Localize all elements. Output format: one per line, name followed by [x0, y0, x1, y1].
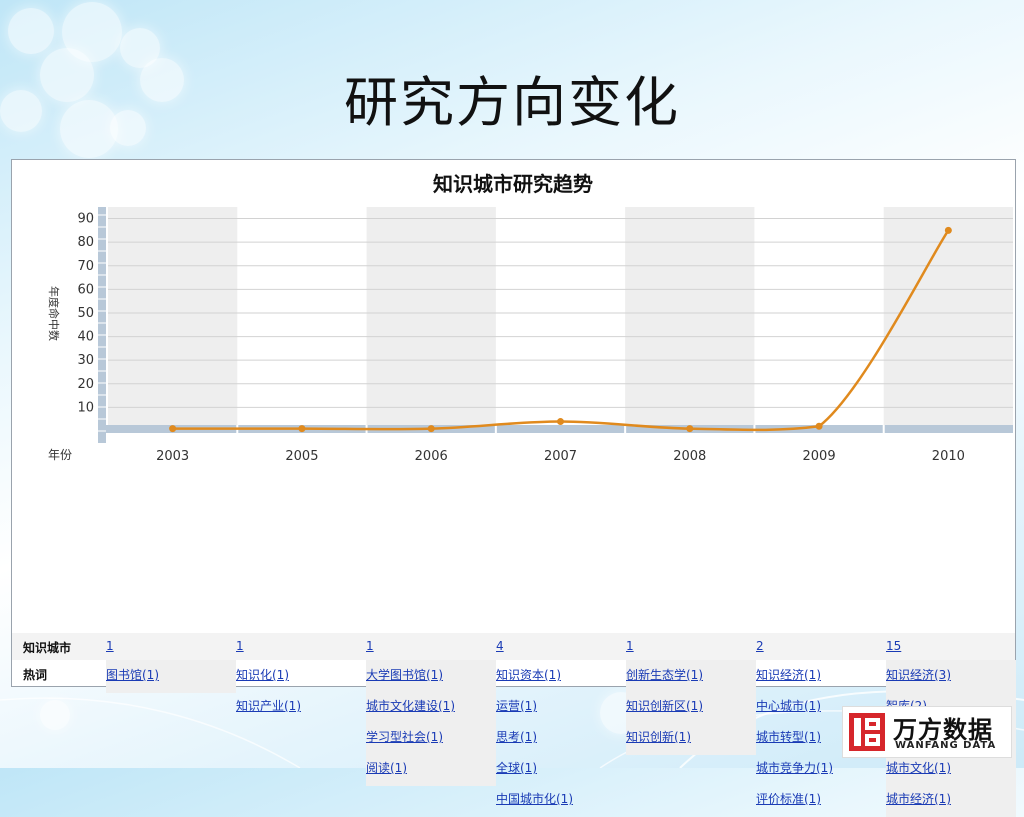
hotword-link[interactable]: 城市转型(1) [756, 728, 821, 745]
chart-panel: 10 20 30 40 50 60 70 80 90 2003 2005 2006 2007 2008 20… [11, 159, 1016, 817]
y-tick-label: 80 [77, 235, 94, 250]
hotword-link[interactable]: 大学图书馆(1) [366, 666, 443, 683]
count-row-bg [12, 633, 1015, 660]
x-tick-label: 2005 [285, 449, 318, 464]
hotword-link[interactable]: 中心城市(1) [756, 697, 821, 714]
y-tick-label: 30 [77, 353, 94, 368]
hotword-link[interactable]: 创新生态学(1) [626, 666, 703, 683]
x-tick-label: 2010 [932, 449, 965, 464]
logo-name-en: WANFANG DATA [895, 740, 997, 751]
hotword-link[interactable]: 知识经济(1) [756, 666, 821, 683]
trend-chart: 10 20 30 40 50 60 70 80 90 2003 2005 2006 2007 2008 20… [47, 172, 1013, 464]
slide-title: 研究方向变化 [344, 71, 680, 134]
y-tick-label: 70 [77, 259, 94, 274]
count-link[interactable]: 1 [236, 639, 244, 653]
y-tick-label: 50 [77, 306, 94, 321]
hotword-link[interactable]: 知识创新区(1) [626, 697, 703, 714]
row-label-hotwords: 热词 [23, 668, 48, 682]
hotword-link[interactable]: 知识产业(1) [236, 697, 301, 714]
y-tick-label: 90 [77, 212, 94, 227]
y-tick-label: 10 [77, 400, 94, 415]
row-label-city: 知识城市 [23, 641, 72, 655]
hotword-link[interactable]: 学习型社会(1) [366, 728, 443, 745]
column-band [625, 207, 755, 433]
y-tick-label: 40 [77, 330, 94, 345]
hotword-link[interactable]: 知识化(1) [236, 666, 289, 683]
count-link[interactable]: 1 [106, 639, 114, 653]
data-point [944, 226, 952, 234]
hotword-link[interactable]: 运营(1) [496, 697, 537, 714]
hotword-link[interactable]: 图书馆(1) [106, 666, 159, 683]
x-tick-label: 2006 [415, 449, 448, 464]
hotword-link[interactable]: 城市经济(1) [886, 790, 951, 807]
series-line [172, 229, 950, 432]
data-point [427, 425, 435, 433]
x-tick-label: 2007 [544, 449, 577, 464]
column-band [366, 207, 496, 433]
count-link[interactable]: 2 [756, 639, 764, 653]
data-point [169, 425, 177, 433]
x-tick-label: 2003 [156, 449, 189, 464]
count-link[interactable]: 4 [496, 639, 504, 653]
y-tick-label: 60 [77, 282, 94, 297]
wanfang-logo: 万方数据 WANFANG DATA [842, 706, 1012, 758]
x-axis-label: 年份 [48, 448, 72, 462]
hotword-link[interactable]: 评价标准(1) [756, 790, 821, 807]
count-link[interactable]: 1 [626, 639, 634, 653]
hotword-link[interactable]: 知识经济(3) [886, 666, 951, 683]
hotword-link[interactable]: 知识资本(1) [496, 666, 561, 683]
count-link[interactable]: 15 [886, 639, 901, 653]
chart-title: 知识城市研究趋势 [433, 172, 593, 196]
column-band [883, 207, 1013, 433]
data-point [686, 425, 694, 433]
data-point [815, 422, 823, 430]
wanfang-logo-icon [849, 713, 885, 751]
x-tick-label: 2009 [803, 449, 836, 464]
hotword-link[interactable]: 知识创新(1) [626, 728, 691, 745]
data-point [557, 418, 564, 426]
y-axis-bar [98, 207, 106, 443]
data-point [298, 425, 306, 433]
hotword-link[interactable]: 思考(1) [496, 728, 537, 745]
y-axis-label: 年度命中数 [47, 286, 61, 341]
column-band [108, 207, 238, 433]
hotword-link[interactable]: 城市文化建设(1) [366, 697, 455, 714]
x-tick-label: 2008 [673, 449, 706, 464]
count-link[interactable]: 1 [366, 639, 374, 653]
y-tick-label: 20 [77, 377, 94, 392]
hotword-link[interactable]: 中国城市化(1) [496, 790, 573, 807]
